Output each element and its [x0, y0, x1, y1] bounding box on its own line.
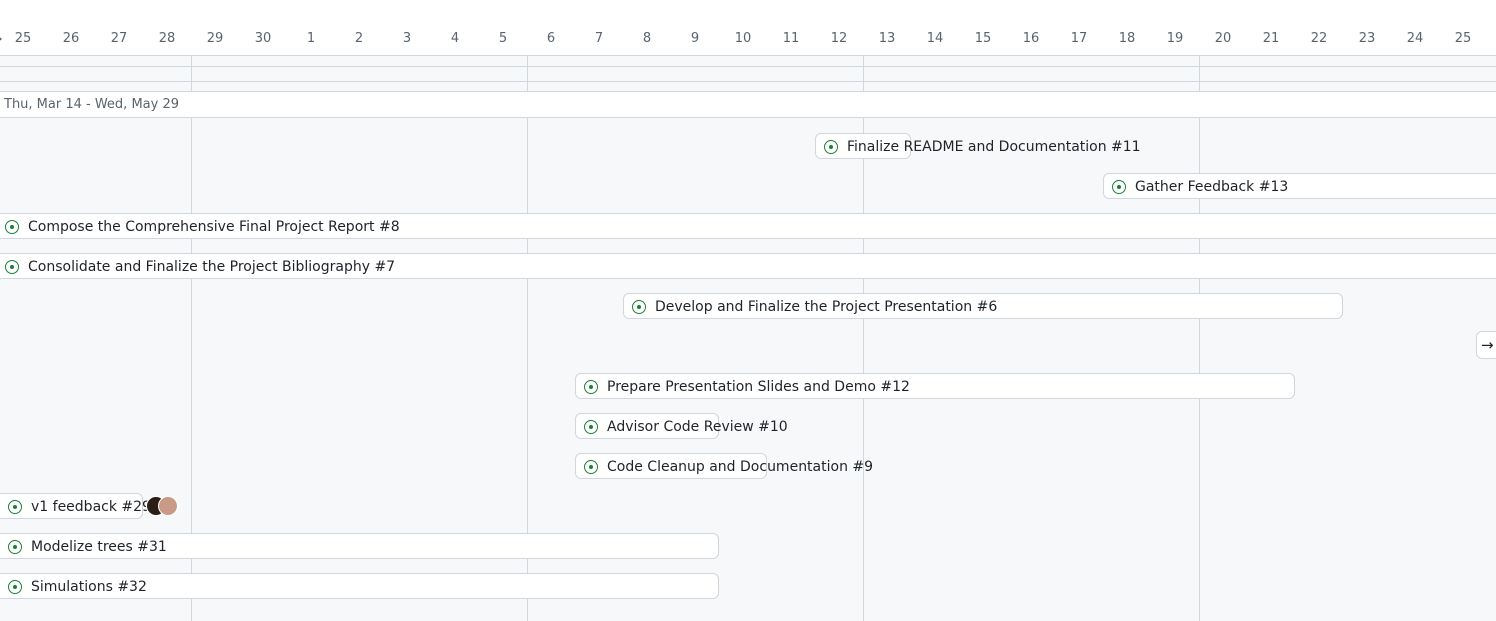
day-label: 18: [1118, 31, 1136, 46]
day-label: 27: [110, 31, 128, 46]
item-title: Compose the Comprehensive Final Project …: [28, 219, 400, 235]
day-label: 16: [1022, 31, 1040, 46]
timeline-item[interactable]: Compose the Comprehensive Final Project …: [0, 213, 1496, 239]
iteration-row[interactable]: Thu, Mar 14 - Wed, May 29: [0, 91, 1496, 118]
arrow-right-icon: →: [1481, 336, 1494, 354]
row-divider: [0, 66, 1496, 67]
week-divider: [1199, 56, 1200, 621]
day-label: 15: [974, 31, 992, 46]
day-label: 7: [594, 31, 604, 46]
timeline-item[interactable]: Code Cleanup and Documentation #9: [575, 453, 873, 479]
item-title: Finalize README and Documentation #11: [847, 139, 1141, 155]
issue-opened-icon: [5, 260, 19, 274]
timeline-item[interactable]: v1 feedback #29: [0, 493, 151, 519]
day-label: 19: [1166, 31, 1184, 46]
item-title: Advisor Code Review #10: [607, 419, 788, 435]
row-divider: [0, 81, 1496, 82]
issue-opened-icon: [584, 380, 598, 394]
timeline-header: 25 26 27 28 29 30 1 2 3 4 5 6 7 8 9 10 11 12 13 14 15 16 17 18 1…: [0, 0, 1496, 56]
day-label: 25: [14, 31, 32, 46]
day-label: 29: [206, 31, 224, 46]
issue-opened-icon: [8, 540, 22, 554]
scroll-right-button[interactable]: →: [1476, 331, 1496, 359]
day-label: 4: [450, 31, 460, 46]
day-label: 14: [926, 31, 944, 46]
day-label: 22: [1310, 31, 1328, 46]
day-label: 26: [62, 31, 80, 46]
item-title: Simulations #32: [31, 579, 147, 595]
item-title: Code Cleanup and Documentation #9: [607, 459, 874, 475]
avatar[interactable]: [158, 496, 178, 516]
item-title: v1 feedback #29: [31, 499, 151, 515]
timeline-item[interactable]: Simulations #32: [0, 573, 719, 599]
day-label: 5: [498, 31, 508, 46]
day-label: 8: [642, 31, 652, 46]
issue-opened-icon: [584, 460, 598, 474]
day-label: 11: [782, 31, 800, 46]
day-label: 21: [1262, 31, 1280, 46]
issue-opened-icon: [5, 220, 19, 234]
issue-opened-icon: [584, 420, 598, 434]
day-label: 1: [306, 31, 316, 46]
timeline-item[interactable]: Consolidate and Finalize the Project Bib…: [0, 253, 1496, 279]
day-label: 24: [1406, 31, 1424, 46]
day-label: 30: [254, 31, 272, 46]
day-label: 17: [1070, 31, 1088, 46]
issue-opened-icon: [8, 500, 22, 514]
timeline-item[interactable]: Finalize README and Documentation #11: [815, 133, 1141, 159]
item-title: Gather Feedback #13: [1135, 179, 1289, 195]
day-label: 20: [1214, 31, 1232, 46]
issue-opened-icon: [8, 580, 22, 594]
issue-opened-icon: [1112, 180, 1126, 194]
item-title: Prepare Presentation Slides and Demo #12: [607, 379, 910, 395]
timeline-item[interactable]: Gather Feedback #13: [1103, 173, 1496, 199]
item-title: Consolidate and Finalize the Project Bib…: [28, 259, 396, 275]
item-title: Modelize trees #31: [31, 539, 167, 555]
timeline-item[interactable]: Develop and Finalize the Project Present…: [623, 293, 1343, 319]
day-label: 6: [546, 31, 556, 46]
issue-opened-icon: [824, 140, 838, 154]
day-label: 2: [354, 31, 364, 46]
issue-opened-icon: [632, 300, 646, 314]
timeline-item[interactable]: Modelize trees #31: [0, 533, 719, 559]
timeline-item[interactable]: Advisor Code Review #10: [575, 413, 788, 439]
day-label: 10: [734, 31, 752, 46]
day-label: 23: [1358, 31, 1376, 46]
item-title: Develop and Finalize the Project Present…: [655, 299, 998, 315]
timeline-item[interactable]: Prepare Presentation Slides and Demo #12: [575, 373, 1295, 399]
day-label: 25: [1454, 31, 1472, 46]
day-label: 9: [690, 31, 700, 46]
day-label: 13: [878, 31, 896, 46]
day-label: 28: [158, 31, 176, 46]
day-label: 12: [830, 31, 848, 46]
iteration-label: Thu, Mar 14 - Wed, May 29: [4, 97, 179, 112]
day-label: 3: [402, 31, 412, 46]
